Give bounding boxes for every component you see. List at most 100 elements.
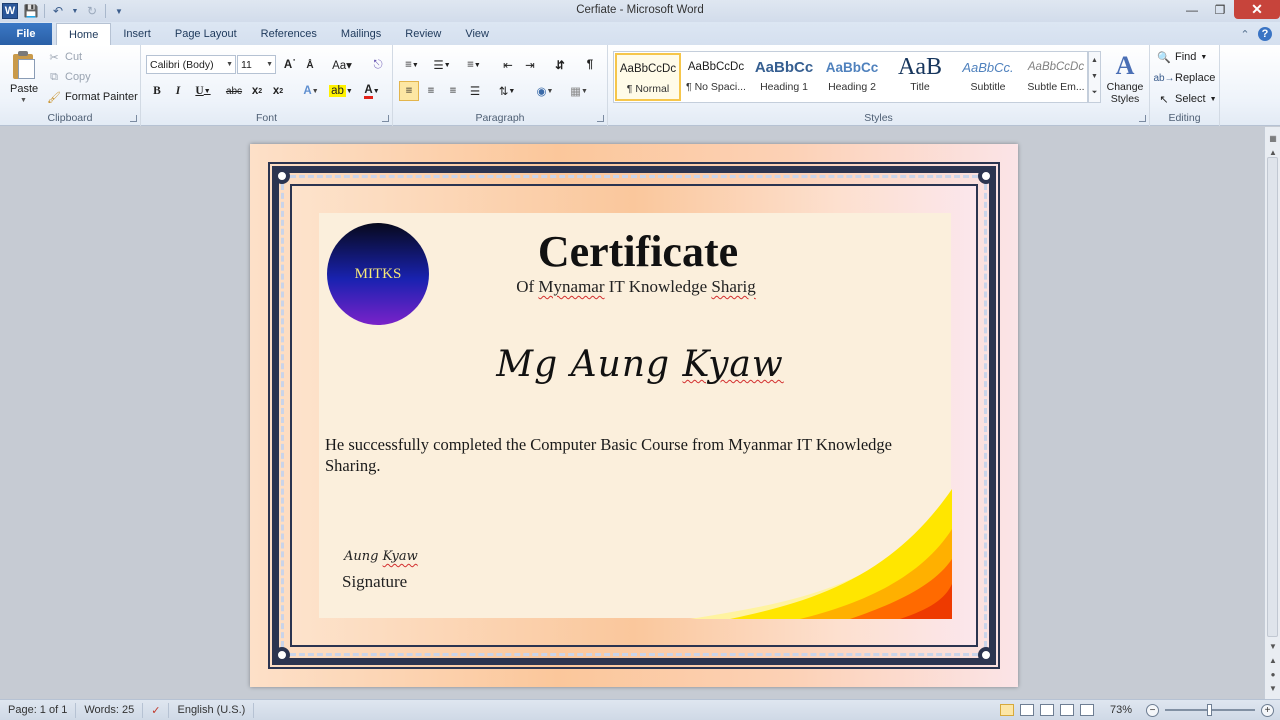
superscript-icon[interactable]: x2 [269,81,287,101]
cut-button[interactable]: ✂ Cut [47,50,82,64]
italic-icon[interactable]: I [170,81,186,101]
minimize-ribbon-icon[interactable]: ⌃ [1238,27,1252,41]
paste-icon[interactable] [10,50,36,80]
text-effects-icon[interactable]: A ▼ [299,81,323,101]
vertical-scrollbar[interactable]: ▦ ▲ ▼ ▲ ● ▼ [1264,127,1280,699]
chevron-down-icon[interactable]: ▼ [1091,73,1098,80]
tab-page-layout[interactable]: Page Layout [163,23,249,45]
clear-formatting-icon[interactable]: ⎋ [369,55,387,75]
zoom-out-icon[interactable]: − [1146,703,1159,717]
copy-button[interactable]: ⧉ Copy [47,70,91,84]
more-styles-icon[interactable]: ⏷ [1092,89,1098,97]
next-page-icon[interactable]: ▼ [1266,681,1280,695]
replace-button[interactable]: ab→ Replace [1153,71,1215,85]
format-painter-icon: 🖌 [47,91,61,104]
font-dialog-launcher-icon[interactable] [382,115,389,122]
font-color-icon[interactable]: A ▼ [359,81,385,101]
font-name-combo[interactable]: Calibri (Body) ▼ [146,55,236,74]
scrollbar-thumb[interactable] [1267,157,1278,637]
redo-icon[interactable]: ↻ [83,3,101,19]
tab-references[interactable]: References [249,23,329,45]
grow-font-icon[interactable]: A˙ [281,55,299,75]
show-formatting-icon[interactable]: ¶ [581,55,599,75]
bold-icon[interactable]: B [149,81,165,101]
align-left-icon[interactable]: ≡ [399,81,419,101]
find-button[interactable]: 🔍 Find ▼ [1157,50,1207,64]
style-subtitle[interactable]: AaBbCc. Subtitle [955,53,1021,101]
chevron-down-icon[interactable]: ▼ [266,61,273,68]
word-app-icon[interactable]: W [2,3,18,19]
word-count[interactable]: Words: 25 [76,702,144,718]
numbering-icon[interactable]: ☰ ▼ [429,55,455,75]
print-layout-view-icon[interactable] [1000,704,1014,716]
tab-mailings[interactable]: Mailings [329,23,393,45]
help-icon[interactable]: ? [1258,27,1272,41]
change-styles-button[interactable]: A Change Styles [1104,51,1146,107]
page-count[interactable]: Page: 1 of 1 [0,702,77,718]
align-right-icon[interactable]: ≡ [443,81,463,101]
browse-object-icon[interactable]: ● [1266,667,1280,681]
styles-dialog-launcher-icon[interactable] [1139,115,1146,122]
shrink-font-icon[interactable]: Å [301,55,319,75]
decrease-indent-icon[interactable]: ⇤ [499,55,517,75]
outline-view-icon[interactable] [1060,704,1074,716]
shading-icon[interactable]: ◉ ▼ [531,81,559,101]
style-normal[interactable]: AaBbCcDc ¶ Normal [615,53,681,101]
ruler-toggle-icon[interactable]: ▦ [1266,131,1280,145]
scroll-down-icon[interactable]: ▼ [1266,639,1280,653]
borders-icon[interactable]: ▦ ▼ [565,81,593,101]
font-size-value: 11 [241,58,252,71]
tab-file[interactable]: File [0,23,52,45]
zoom-slider-thumb[interactable] [1207,704,1212,716]
web-layout-view-icon[interactable] [1040,704,1054,716]
style-title[interactable]: AaB Title [887,53,953,101]
tab-review[interactable]: Review [393,23,453,45]
restore-button[interactable]: ❐ [1206,0,1234,19]
style-name: Title [910,81,930,93]
tab-home[interactable]: Home [56,23,112,45]
font-size-combo[interactable]: 11 ▼ [237,55,276,74]
underline-icon[interactable]: U ▼ [191,81,215,101]
chevron-up-icon[interactable]: ▲ [1091,57,1098,64]
paste-dropdown-icon[interactable]: ▼ [20,97,27,104]
minimize-button[interactable]: — [1178,0,1206,19]
clipboard-dialog-launcher-icon[interactable] [130,115,137,122]
document-page[interactable]: MITKS Certificate Of Mynamar IT Knowledg… [250,144,1018,687]
status-bar: Page: 1 of 1 Words: 25 ✓ English (U.S.) … [0,699,1280,720]
multilevel-list-icon[interactable]: ≡ ▼ [461,55,487,75]
full-screen-reading-view-icon[interactable] [1020,704,1034,716]
save-icon[interactable]: 💾 [22,3,40,19]
undo-icon[interactable]: ↶ [49,3,67,19]
sort-icon[interactable]: ⇵ [551,55,569,75]
paragraph-dialog-launcher-icon[interactable] [597,115,604,122]
select-button[interactable]: ↖ Select ▼ [1157,92,1216,106]
justify-icon[interactable]: ☰ [465,81,485,101]
style-heading-2[interactable]: AaBbCc Heading 2 [819,53,885,101]
strikethrough-icon[interactable]: abc [223,81,245,101]
zoom-in-icon[interactable]: + [1261,703,1274,717]
tab-view[interactable]: View [453,23,501,45]
zoom-slider[interactable] [1165,704,1255,716]
increase-indent-icon[interactable]: ⇥ [521,55,539,75]
draft-view-icon[interactable] [1080,704,1094,716]
paste-button[interactable]: Paste [10,83,38,95]
previous-page-icon[interactable]: ▲ [1266,653,1280,667]
highlight-color-icon[interactable]: ab ▼ [327,81,355,101]
bullets-icon[interactable]: ≡ ▼ [399,55,425,75]
change-case-icon[interactable]: Aa▾ [329,55,355,75]
close-button[interactable]: ✕ [1234,0,1280,19]
subscript-icon[interactable]: x2 [248,81,266,101]
align-center-icon[interactable]: ≡ [421,81,441,101]
language-indicator[interactable]: English (U.S.) [169,702,255,718]
chevron-down-icon[interactable]: ▼ [226,61,233,68]
proofing-icon[interactable]: ✓ [143,702,170,718]
style-subtle-emphasis[interactable]: AaBbCcDc Subtle Em... [1023,53,1089,101]
line-spacing-icon[interactable]: ⇅ ▼ [493,81,521,101]
customize-toolbar-icon[interactable]: ▼ [110,3,128,19]
zoom-level[interactable]: 73% [1110,704,1140,716]
style-heading-1[interactable]: AaBbCc Heading 1 [751,53,817,101]
tab-insert[interactable]: Insert [111,23,163,45]
style-no-spacing[interactable]: AaBbCcDc ¶ No Spaci... [683,53,749,101]
format-painter-button[interactable]: 🖌 Format Painter [47,90,138,104]
undo-dropdown-icon[interactable]: ▼ [71,3,79,19]
